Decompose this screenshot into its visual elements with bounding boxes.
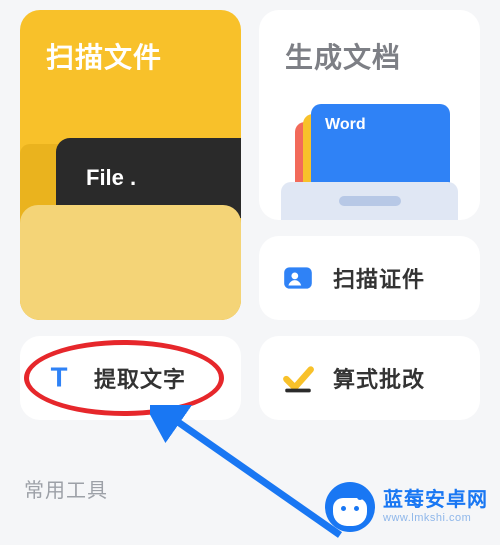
formula-check-label: 算式批改 — [333, 362, 425, 394]
scan-files-title: 扫描文件 — [46, 36, 162, 76]
scan-files-card[interactable]: 扫描文件 File . — [20, 10, 241, 320]
watermark-mascot-icon — [325, 482, 375, 532]
watermark-site-url: www.lmkshi.com — [383, 512, 488, 525]
extract-text-card[interactable]: T 提取文字 — [20, 336, 241, 420]
formula-check-card[interactable]: 算式批改 — [259, 336, 480, 420]
watermark-site-name: 蓝莓安卓网 — [383, 489, 488, 512]
generate-document-card[interactable]: 生成文档 Word — [259, 10, 480, 220]
folder-illustration: File . — [20, 155, 241, 320]
text-t-icon: T — [42, 361, 76, 395]
watermark: 蓝莓安卓网 www.lmkshi.com — [325, 482, 488, 532]
document-stack-illustration: Word — [281, 104, 458, 220]
scan-id-card[interactable]: 扫描证件 — [259, 236, 480, 320]
checkmark-icon — [281, 361, 315, 395]
svg-text:T: T — [51, 362, 68, 393]
scan-id-label: 扫描证件 — [333, 262, 425, 294]
generate-document-title: 生成文档 — [285, 36, 401, 76]
extract-text-label: 提取文字 — [94, 362, 186, 394]
id-card-icon — [281, 261, 315, 295]
